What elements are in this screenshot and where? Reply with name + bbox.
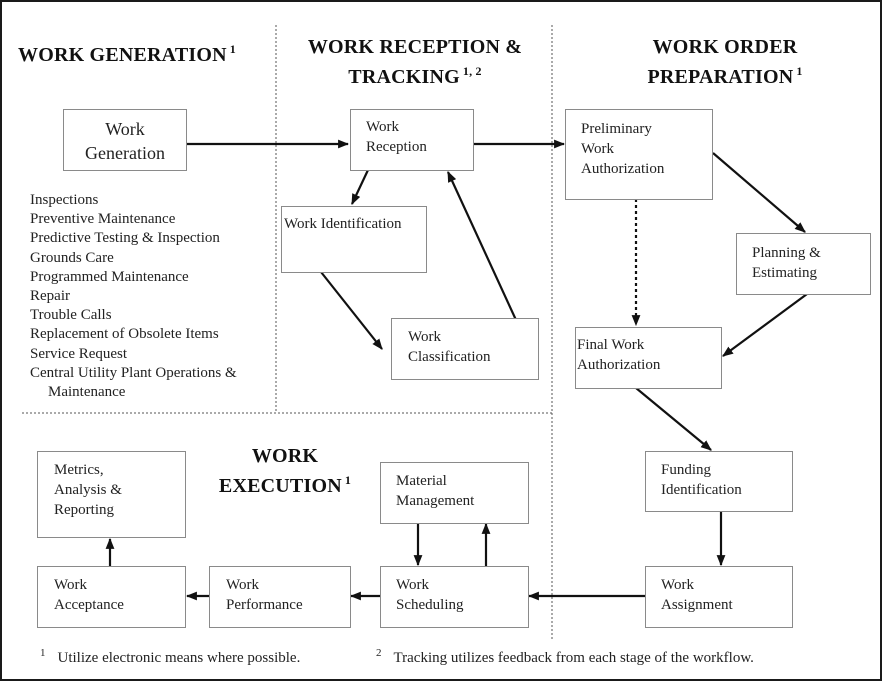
arrow-preliminary-to-planning (712, 152, 806, 233)
box-label: Work Scheduling (396, 577, 464, 613)
heading-line-1: WORK ORDER (652, 36, 798, 58)
box-label: Work Assignment (661, 577, 733, 613)
footnote-ref: 1 (796, 64, 803, 78)
box-label: Metrics, Analysis & Reporting (54, 462, 122, 518)
box-label: Work Performance (226, 577, 303, 613)
box-label: Work Classification (408, 329, 491, 365)
box-label: Material Management (396, 473, 475, 509)
box-work-classification[interactable]: Work Classification (391, 318, 539, 380)
source-item: Trouble Calls (30, 307, 112, 324)
box-label: Funding Identification (661, 462, 742, 498)
box-label: Work Generation (85, 119, 165, 163)
source-item: Programmed Maintenance (30, 268, 189, 285)
source-item: Grounds Care (30, 249, 114, 266)
source-item: Preventive Maintenance (30, 211, 176, 228)
heading-work-execution: WORK EXECUTION 1 (205, 444, 365, 498)
source-item: Central Utility Plant Operations & (30, 364, 237, 381)
heading-line-1: WORK (251, 445, 319, 467)
arrow-identification-to-classification (320, 271, 383, 350)
box-label: Final Work Authorization (577, 337, 661, 373)
box-work-identification[interactable]: Work Identification (281, 206, 427, 273)
box-label: Preliminary Work Authorization (581, 121, 665, 177)
box-work-acceptance[interactable]: Work Acceptance (37, 566, 186, 628)
heading-work-reception: WORK RECEPTION & TRACKING 1, 2 (290, 35, 540, 89)
box-planning-estimating[interactable]: Planning & Estimating (736, 233, 871, 295)
footnote-ref: 1 (229, 42, 236, 56)
box-work-assignment[interactable]: Work Assignment (645, 566, 793, 628)
box-label: Work Acceptance (54, 577, 124, 613)
box-material-management[interactable]: Material Management (380, 462, 529, 524)
box-final-work-authorization[interactable]: Final Work Authorization (575, 327, 722, 389)
box-work-performance[interactable]: Work Performance (209, 566, 351, 628)
heading-line-2: TRACKING (348, 66, 460, 88)
box-metrics-analysis-reporting[interactable]: Metrics, Analysis & Reporting (37, 451, 186, 538)
source-item-continuation: Maintenance (48, 384, 126, 401)
heading-line-2: EXECUTION (218, 475, 342, 497)
arrow-reception-to-identification (351, 169, 369, 205)
box-work-generation[interactable]: Work Generation (63, 109, 187, 171)
work-generation-sources-list: Inspections Preventive Maintenance Predi… (30, 191, 237, 402)
heading-text: WORK GENERATION (18, 44, 227, 66)
arrow-final-to-funding (635, 387, 712, 451)
footnote-2: 2 Tracking utilizes feedback from each st… (376, 647, 754, 667)
box-work-reception[interactable]: Work Reception (350, 109, 474, 171)
box-funding-identification[interactable]: Funding Identification (645, 451, 793, 512)
footnote-mark: 2 (376, 647, 382, 659)
footnote-text: Utilize electronic means where possible. (57, 650, 301, 666)
source-item: Replacement of Obsolete Items (30, 326, 219, 343)
heading-line-2: PREPARATION (647, 66, 794, 88)
box-work-scheduling[interactable]: Work Scheduling (380, 566, 529, 628)
arrow-planning-to-final (722, 293, 808, 357)
box-label: Work Identification (284, 216, 402, 232)
heading-work-generation: WORK GENERATION 1 (18, 37, 236, 67)
source-item: Inspections (30, 192, 99, 208)
footnote-ref: 1 (344, 473, 352, 487)
source-item: Service Request (30, 345, 128, 362)
footnote-mark: 1 (40, 647, 46, 659)
heading-line-1: WORK RECEPTION & (307, 36, 523, 58)
source-item: Predictive Testing & Inspection (30, 230, 220, 247)
footnote-1: 1 Utilize electronic means where possible… (40, 647, 300, 667)
arrow-classification-to-reception (447, 171, 517, 321)
box-label: Work Reception (366, 119, 427, 155)
footnote-ref: 1, 2 (462, 64, 482, 78)
footnote-text: Tracking utilizes feedback from each sta… (393, 650, 754, 666)
source-item: Repair (30, 288, 70, 305)
box-label: Planning & Estimating (752, 245, 821, 281)
box-preliminary-work-authorization[interactable]: Preliminary Work Authorization (565, 109, 713, 200)
heading-work-order-preparation: WORK ORDER PREPARATION 1 (640, 35, 810, 89)
